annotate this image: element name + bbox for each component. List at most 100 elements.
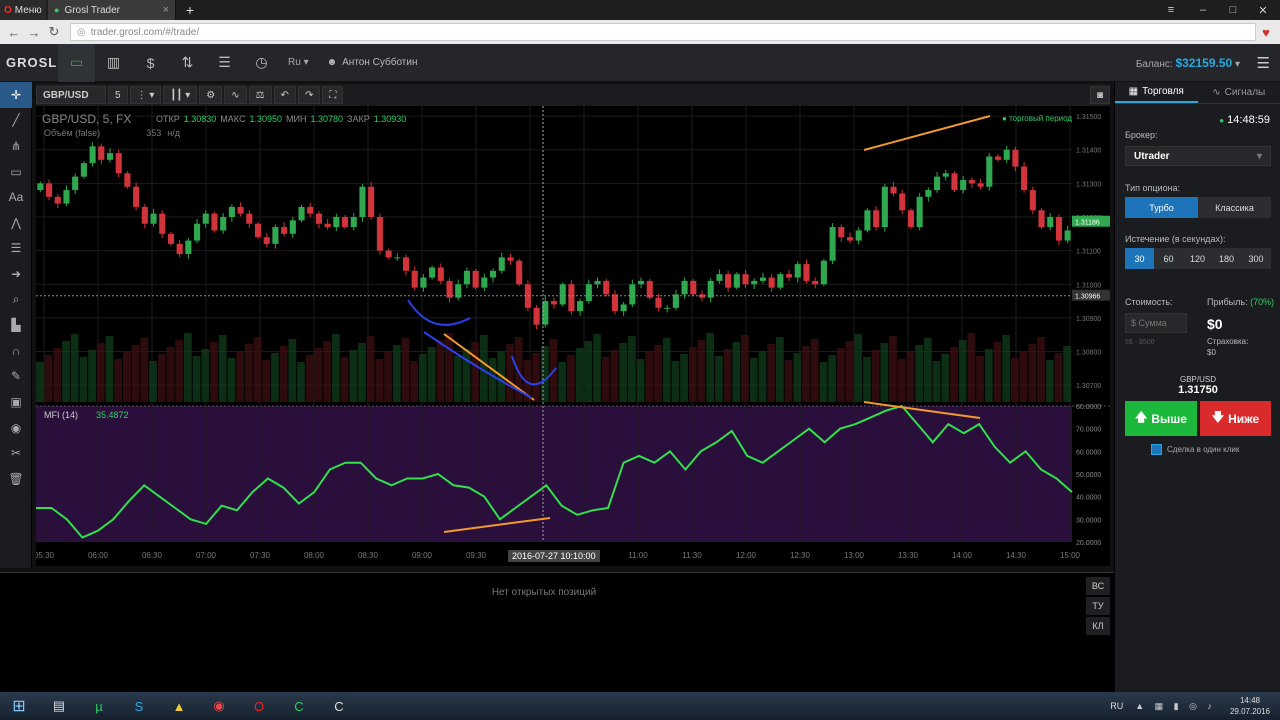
chart-settings-icon[interactable]: ⚙ <box>199 86 223 104</box>
trend-line-icon[interactable]: ╱ <box>0 108 32 134</box>
windows-start-icon[interactable]: ⊞ <box>0 692 38 720</box>
back-icon[interactable]: ← <box>4 25 24 40</box>
opera-icon[interactable]: O <box>240 692 278 720</box>
zoom-icon[interactable]: ⌕ <box>0 287 32 313</box>
expiry-30[interactable]: 30 <box>1125 248 1154 269</box>
more-menu-icon[interactable]: ⋮ ▾ <box>129 86 162 104</box>
arrow-left-icon[interactable]: ➜ <box>0 261 32 287</box>
candle-body <box>664 307 671 309</box>
one-click-toggle[interactable]: Сделка в один клик <box>1151 444 1239 455</box>
camtasia-recorder-icon[interactable]: C <box>320 692 358 720</box>
x-tick-label: 07:30 <box>250 551 271 560</box>
chrome-icon[interactable]: ◉ <box>200 692 238 720</box>
pattern-icon[interactable]: ⋀ <box>0 210 32 236</box>
volume-bar <box>340 357 349 402</box>
tray-icons[interactable]: ▲ ▦ ▮ ◎ ♪ <box>1135 701 1216 712</box>
chart-title: GBP/USD, 5, FX <box>42 112 132 126</box>
tab-tu[interactable]: ТУ <box>1086 597 1110 615</box>
crosshair-icon[interactable]: ✛ <box>0 82 32 108</box>
signal-icon: ∿ <box>1212 87 1221 98</box>
rectangle-icon[interactable]: ▭ <box>0 159 32 185</box>
magnet-icon[interactable]: ∩ <box>0 338 32 364</box>
checkbox-icon[interactable] <box>1151 444 1162 455</box>
settings-sliders-icon[interactable]: ☰ <box>206 44 243 82</box>
monitor-icon[interactable]: ▭ <box>58 43 95 82</box>
tab-trading[interactable]: ▦ Торговля <box>1115 82 1198 103</box>
option-turbo[interactable]: Турбо <box>1125 197 1198 218</box>
option-classic[interactable]: Классика <box>1198 197 1271 218</box>
chart-canvas[interactable]: 05:30 06:00 06:30 07:00 07:30 08:00 08:30 09:00… <box>36 106 1110 566</box>
transfer-icon[interactable]: ⇅ <box>169 44 206 82</box>
user-menu[interactable]: ☻ Антон Субботин <box>327 57 418 68</box>
close-tab-icon[interactable]: × <box>163 4 169 16</box>
dollar-icon[interactable]: $ <box>132 44 169 82</box>
volume-bar <box>44 355 53 402</box>
fullscreen-icon[interactable]: ⛶ <box>322 86 344 104</box>
text-icon[interactable]: Aa <box>0 184 32 210</box>
undo-icon[interactable]: ↶ <box>273 86 296 104</box>
redo-icon[interactable]: ↷ <box>297 86 321 104</box>
expiry-300[interactable]: 300 <box>1241 248 1271 269</box>
keyboard-language[interactable]: RU <box>1110 701 1123 711</box>
put-button[interactable]: 🡇 Ниже <box>1200 401 1271 436</box>
expiry-120[interactable]: 120 <box>1183 248 1212 269</box>
tab-vs[interactable]: ВС <box>1086 577 1110 595</box>
lock-icon[interactable]: ▣ <box>0 389 32 415</box>
clock-icon[interactable]: ◷ <box>243 44 280 82</box>
remove-drawings-icon[interactable]: ✂ <box>0 440 32 466</box>
indicator-tick-label: 80.0000 <box>1076 404 1101 411</box>
close-window-icon[interactable]: ✕ <box>1248 0 1278 20</box>
language-select[interactable]: Ru ▾ <box>288 57 309 68</box>
eye-hidden-icon[interactable]: ◉ <box>0 415 32 441</box>
expiry-180[interactable]: 180 <box>1212 248 1241 269</box>
templates-icon[interactable]: ⚖ <box>248 86 272 104</box>
candle-body <box>463 270 470 285</box>
candle-body <box>498 257 505 271</box>
volume-bar <box>1054 353 1063 402</box>
browser-tab[interactable]: ● Grosl Trader × <box>48 0 176 20</box>
forward-icon[interactable]: → <box>24 25 44 40</box>
tab-kl[interactable]: КЛ <box>1086 617 1110 635</box>
skype-icon[interactable]: S <box>120 692 158 720</box>
symbol-selector[interactable]: GBP/USD <box>36 86 106 104</box>
balance[interactable]: Баланс: $32159.50 ▾ <box>1136 56 1240 70</box>
maximize-icon[interactable]: □ <box>1218 0 1248 20</box>
trash-icon[interactable]: 🗑 <box>0 466 32 492</box>
avast-icon[interactable]: ▲ <box>160 692 198 720</box>
indicators-icon[interactable]: ∿ <box>224 86 247 104</box>
new-tab-button[interactable]: + <box>180 2 200 18</box>
opera-menu-button[interactable]: O Меню <box>0 0 46 20</box>
price-chart[interactable]: 05:30 06:00 06:30 07:00 07:30 08:00 08:30 09:00… <box>36 106 1110 566</box>
fibonacci-icon[interactable]: ☰ <box>0 236 32 262</box>
candle-type-icon[interactable]: ┃┃ ▾ <box>163 86 198 104</box>
candle-body <box>272 227 279 244</box>
low-label: МИН <box>286 114 307 124</box>
utorrent-icon[interactable]: µ <box>80 692 118 720</box>
reload-icon[interactable]: ↻ <box>44 24 64 40</box>
tab-list-icon[interactable]: ≡ <box>1156 0 1186 20</box>
amount-input[interactable] <box>1125 313 1187 333</box>
bar-chart-icon[interactable]: ▥ <box>95 44 132 82</box>
expiry-60[interactable]: 60 <box>1154 248 1183 269</box>
camtasia-icon[interactable]: C <box>280 692 318 720</box>
explorer-icon[interactable]: ▤ <box>40 692 78 720</box>
y-tick-label: 1.30800 <box>1076 350 1101 357</box>
candle-body <box>385 250 392 258</box>
screenshot-icon[interactable]: ◙ <box>1089 86 1110 104</box>
candle-body <box>907 210 914 228</box>
clock-time: 14:48 <box>1239 696 1260 705</box>
tab-signals[interactable]: ∿ Сигналы <box>1198 82 1280 103</box>
fork-icon[interactable]: ⋔ <box>0 133 32 159</box>
call-button[interactable]: 🡅 Выше <box>1125 401 1197 436</box>
broker-select[interactable]: Utrader ▾ <box>1125 146 1271 166</box>
timeframe-selector[interactable]: 5 <box>108 86 128 104</box>
minimize-icon[interactable]: – <box>1188 0 1218 20</box>
candle-body <box>742 274 749 285</box>
heart-icon[interactable]: ♥ <box>1256 25 1276 40</box>
url-field[interactable]: ◎ trader.grosl.com/#/trade/ <box>70 23 1256 41</box>
hamburger-menu-icon[interactable]: ☰ <box>1257 54 1270 72</box>
candle-body <box>829 227 836 261</box>
clock[interactable]: 14:48 29.07.2016 <box>1230 695 1270 717</box>
pencil-icon[interactable]: ✎ <box>0 364 32 390</box>
measure-icon[interactable]: ▙ <box>0 312 32 338</box>
